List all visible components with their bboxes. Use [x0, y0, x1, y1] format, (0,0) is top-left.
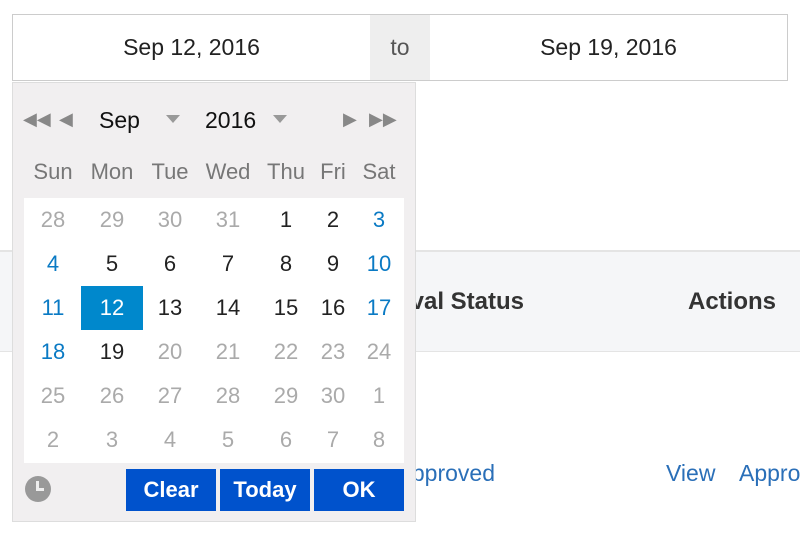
- day-cell[interactable]: 4: [141, 418, 199, 462]
- day-cell[interactable]: 2: [24, 418, 82, 462]
- approve-link[interactable]: Approve: [739, 460, 800, 487]
- day-cell[interactable]: 7: [199, 242, 257, 286]
- day-cell[interactable]: 6: [141, 242, 199, 286]
- right-icon[interactable]: ▶: [343, 109, 357, 130]
- day-cell[interactable]: 26: [83, 374, 141, 418]
- clear-button[interactable]: Clear: [126, 469, 216, 511]
- day-cell[interactable]: 29: [83, 198, 141, 242]
- weekday-wed: Wed: [205, 159, 251, 184]
- year-dropdown-icon[interactable]: [273, 115, 287, 123]
- month-dropdown-icon[interactable]: [166, 115, 180, 123]
- day-cell[interactable]: 24: [350, 330, 408, 374]
- weekday-fri: Fri: [320, 159, 346, 184]
- day-cell[interactable]: 21: [199, 330, 257, 374]
- day-cell[interactable]: 25: [24, 374, 82, 418]
- range-separator: to: [370, 15, 430, 80]
- day-cell[interactable]: 19: [83, 330, 141, 374]
- header-actions: Actions: [688, 288, 777, 315]
- day-cell[interactable]: 17: [350, 286, 408, 330]
- weekday-sun: Sun: [33, 159, 73, 184]
- weekday-mon: Mon: [90, 159, 134, 184]
- calendar-grid: 28 29 30 31 1 2 3 4 5 6 7 8 9 10 11 12 13 14 15 16 17 18 19 20 2…: [24, 198, 404, 463]
- start-date-input[interactable]: Sep 12, 2016: [13, 15, 370, 80]
- day-cell[interactable]: 4: [24, 242, 82, 286]
- day-cell[interactable]: 28: [24, 198, 82, 242]
- day-cell[interactable]: 20: [141, 330, 199, 374]
- double-left-icon[interactable]: ◀◀: [23, 109, 51, 130]
- day-cell[interactable]: 27: [141, 374, 199, 418]
- month-select[interactable]: Sep: [99, 107, 140, 134]
- ok-button[interactable]: OK: [314, 469, 404, 511]
- day-cell[interactable]: 3: [350, 198, 408, 242]
- weekday-thu: Thu: [267, 159, 305, 184]
- calendar-header: ◀◀ ◀ Sep 2016 ▶ ▶▶: [13, 103, 415, 139]
- view-link[interactable]: View: [666, 460, 715, 487]
- day-cell[interactable]: 30: [141, 198, 199, 242]
- day-cell[interactable]: 3: [83, 418, 141, 462]
- clock-icon[interactable]: [25, 476, 51, 502]
- day-cell[interactable]: 18: [24, 330, 82, 374]
- double-right-icon[interactable]: ▶▶: [369, 109, 397, 130]
- day-cell[interactable]: 8: [350, 418, 408, 462]
- today-button[interactable]: Today: [220, 469, 310, 511]
- weekday-sat: Sat: [362, 159, 396, 184]
- day-cell[interactable]: 14: [199, 286, 257, 330]
- date-range-input[interactable]: Sep 12, 2016 to Sep 19, 2016: [12, 14, 788, 81]
- day-cell[interactable]: 12: [81, 286, 143, 330]
- day-cell[interactable]: 11: [24, 286, 82, 330]
- day-cell[interactable]: 5: [199, 418, 257, 462]
- day-cell[interactable]: 28: [199, 374, 257, 418]
- left-icon[interactable]: ◀: [59, 109, 73, 130]
- date-picker-popup: ◀◀ ◀ Sep 2016 ▶ ▶▶ Sun Mon Tue Wed Thu Fri Sat…: [12, 82, 416, 522]
- day-cell[interactable]: 10: [350, 242, 408, 286]
- weekday-tue: Tue: [151, 159, 189, 184]
- day-cell[interactable]: 1: [350, 374, 408, 418]
- end-date-input[interactable]: Sep 19, 2016: [430, 15, 787, 80]
- day-cell[interactable]: 31: [199, 198, 257, 242]
- day-cell[interactable]: 13: [141, 286, 199, 330]
- year-select[interactable]: 2016: [205, 107, 256, 134]
- day-cell[interactable]: 5: [83, 242, 141, 286]
